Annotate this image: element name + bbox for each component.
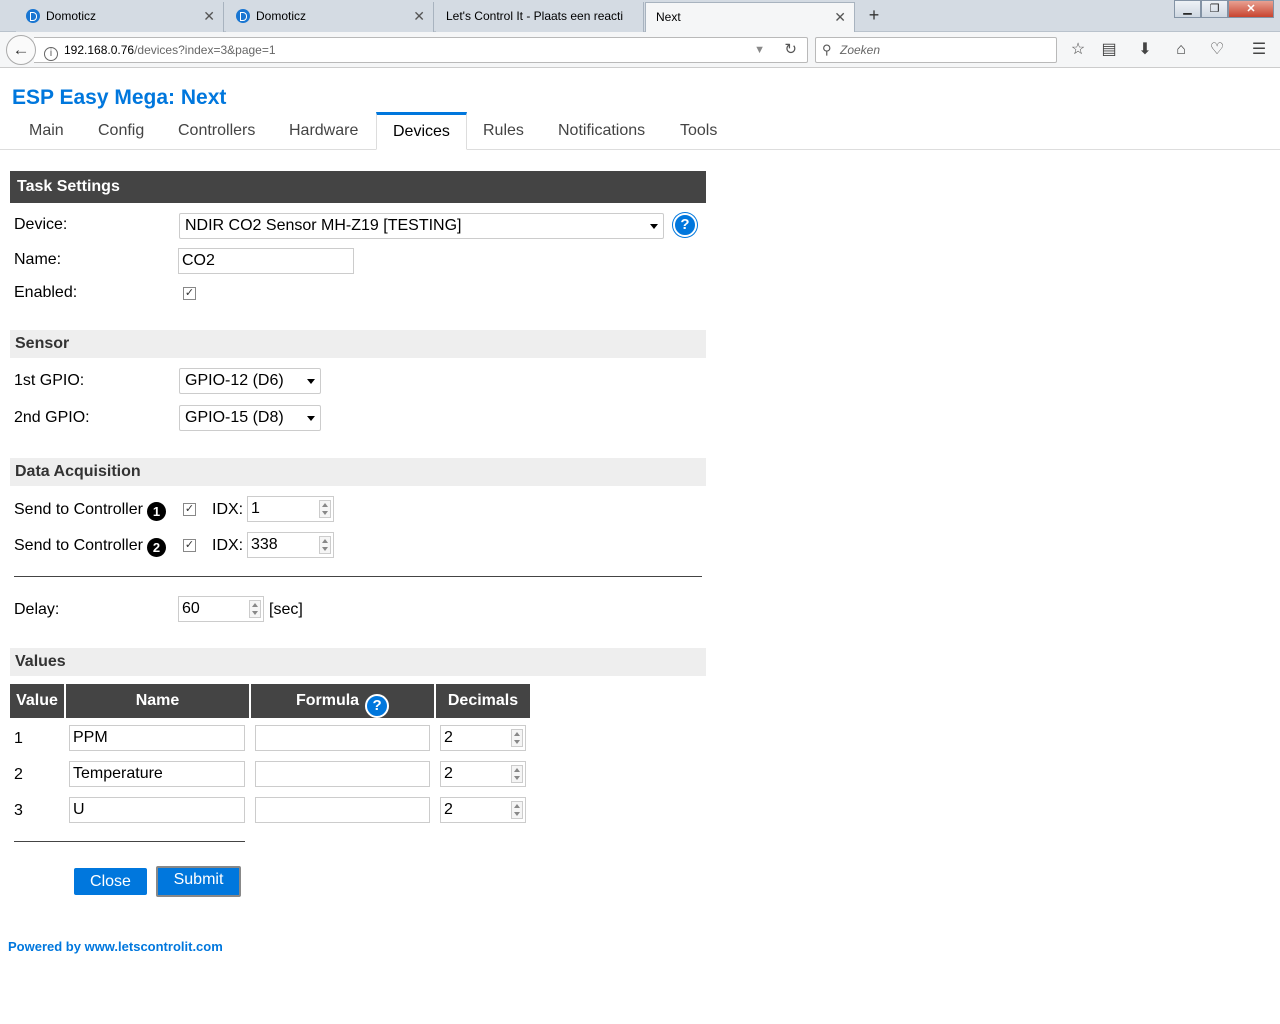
formula-help-icon[interactable]: ?	[365, 694, 390, 718]
idx-1-input[interactable]: 1	[247, 496, 334, 522]
send-controller-1-checkbox[interactable]: ✓	[183, 503, 196, 516]
browser-tab-letscontrolit[interactable]: Let's Control It - Plaats een reacti	[436, 2, 644, 32]
controller-number-badge: 1	[146, 502, 166, 521]
menu-notifications[interactable]: Notifications	[546, 112, 657, 150]
device-select[interactable]: NDIR CO2 Sensor MH-Z19 [TESTING]	[179, 213, 664, 239]
value-name-input[interactable]: U	[69, 797, 245, 823]
delay-input[interactable]: 60	[178, 596, 264, 622]
search-input[interactable]: ⚲ Zoeken	[815, 37, 1057, 63]
window-controls: ▁ ❐ ✕	[1174, 0, 1274, 20]
send-controller-2-label: Send to Controller 2	[14, 537, 166, 557]
enabled-checkbox[interactable]: ✓	[183, 287, 196, 300]
search-icon: ⚲	[822, 42, 832, 57]
downloads-icon[interactable]: ⬇	[1135, 40, 1155, 60]
domoticz-favicon-icon	[236, 9, 250, 23]
name-label: Name:	[14, 251, 62, 268]
spinner-icon[interactable]	[319, 536, 331, 554]
value-name-input[interactable]: Temperature	[69, 761, 245, 787]
back-button[interactable]: ←	[6, 35, 36, 65]
menu-hardware[interactable]: Hardware	[277, 112, 370, 150]
gpio2-select[interactable]: GPIO-15 (D8)	[179, 405, 321, 431]
device-help-icon[interactable]: ?	[673, 213, 697, 237]
idx-1-label: IDX:	[212, 501, 244, 518]
domoticz-favicon-icon	[26, 9, 40, 23]
browser-tab-domoticz-1[interactable]: Domoticz ✕	[16, 2, 224, 32]
browser-tab-domoticz-2[interactable]: Domoticz ✕	[226, 2, 434, 32]
column-header-formula: Formula?	[251, 684, 434, 718]
info-icon[interactable]: i	[44, 47, 58, 61]
history-dropdown-icon[interactable]: ▼	[754, 38, 765, 62]
maximize-icon[interactable]: ❐	[1201, 0, 1228, 18]
submit-button[interactable]: Submit	[156, 866, 241, 897]
value-row-number: 2	[14, 766, 23, 783]
spinner-icon[interactable]	[249, 600, 261, 618]
value-formula-input[interactable]	[255, 761, 430, 787]
chevron-down-icon	[650, 224, 658, 229]
close-button[interactable]: Close	[74, 868, 147, 895]
reload-icon[interactable]: ↻	[784, 38, 797, 62]
value-decimals-input[interactable]: 2	[440, 725, 526, 751]
column-header-decimals: Decimals	[436, 684, 530, 718]
home-icon[interactable]: ⌂	[1171, 40, 1191, 60]
pocket-icon[interactable]: ♡	[1207, 40, 1227, 60]
enabled-label: Enabled:	[14, 284, 78, 301]
minimize-icon[interactable]: ▁	[1174, 0, 1201, 18]
spinner-icon[interactable]	[319, 500, 331, 518]
task-name-input[interactable]: CO2	[178, 248, 354, 274]
bookmark-star-icon[interactable]: ☆	[1068, 40, 1088, 60]
controller-number-badge: 2	[146, 538, 166, 557]
footer-link[interactable]: Powered by www.letscontrolit.com	[8, 939, 223, 954]
spinner-icon[interactable]	[511, 801, 523, 819]
menu-tools[interactable]: Tools	[668, 112, 729, 150]
chevron-down-icon	[307, 416, 315, 421]
close-window-icon[interactable]: ✕	[1228, 0, 1274, 18]
task-settings-header: Task Settings	[10, 171, 706, 203]
value-row-number: 1	[14, 730, 23, 747]
menu-devices[interactable]: Devices	[376, 112, 467, 150]
idx-2-input[interactable]: 338	[247, 532, 334, 558]
menu-main[interactable]: Main	[17, 112, 76, 150]
menu-config[interactable]: Config	[86, 112, 156, 150]
data-acquisition-header: Data Acquisition	[10, 458, 706, 486]
delay-unit: [sec]	[269, 601, 303, 618]
value-row-number: 3	[14, 802, 23, 819]
browser-navbar: i 192.168.0.76/devices?index=3&page=1 ▼ ↻…	[0, 32, 1280, 68]
spinner-icon[interactable]	[511, 765, 523, 783]
address-bar[interactable]: i 192.168.0.76/devices?index=3&page=1 ▼ ↻	[34, 37, 808, 63]
new-tab-icon[interactable]: +	[864, 4, 884, 28]
divider	[14, 576, 702, 577]
reading-list-icon[interactable]: ▤	[1099, 40, 1119, 60]
menu-rules[interactable]: Rules	[471, 112, 536, 150]
browser-tab-next[interactable]: Next ✕	[645, 2, 855, 32]
gpio2-label: 2nd GPIO:	[14, 409, 90, 426]
hamburger-menu-icon[interactable]: ☰	[1249, 40, 1269, 60]
gpio1-label: 1st GPIO:	[14, 372, 85, 389]
device-label: Device:	[14, 216, 68, 233]
menu-controllers[interactable]: Controllers	[166, 112, 267, 150]
value-formula-input[interactable]	[255, 797, 430, 823]
column-header-name: Name	[66, 684, 249, 718]
send-controller-1-label: Send to Controller 1	[14, 501, 166, 521]
main-menu: Main Config Controllers Hardware Devices…	[0, 112, 1280, 150]
spinner-icon[interactable]	[511, 729, 523, 747]
send-controller-2-checkbox[interactable]: ✓	[183, 539, 196, 552]
browser-tab-strip: Domoticz ✕ Domoticz ✕ Let's Control It -…	[0, 0, 1280, 32]
divider	[14, 841, 245, 842]
idx-2-label: IDX:	[212, 537, 244, 554]
close-tab-icon[interactable]: ✕	[834, 3, 846, 31]
value-decimals-input[interactable]: 2	[440, 797, 526, 823]
delay-label: Delay:	[14, 601, 60, 618]
column-header-value: Value	[10, 684, 64, 718]
value-name-input[interactable]: PPM	[69, 725, 245, 751]
page-title: ESP Easy Mega: Next	[12, 86, 227, 109]
values-header: Values	[10, 648, 706, 676]
chevron-down-icon	[307, 379, 315, 384]
close-tab-icon[interactable]: ✕	[413, 2, 425, 30]
sensor-header: Sensor	[10, 330, 706, 358]
gpio1-select[interactable]: GPIO-12 (D6)	[179, 368, 321, 394]
close-tab-icon[interactable]: ✕	[203, 2, 215, 30]
value-decimals-input[interactable]: 2	[440, 761, 526, 787]
value-formula-input[interactable]	[255, 725, 430, 751]
